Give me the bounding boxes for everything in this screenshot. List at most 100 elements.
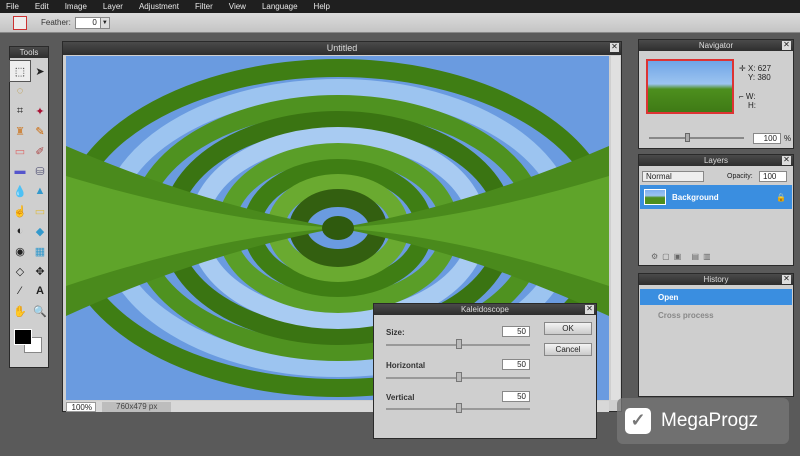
- cancel-button[interactable]: Cancel: [544, 343, 592, 356]
- eye-icon[interactable]: ◉: [10, 241, 30, 261]
- dialog-title: Kaleidoscope ✕: [374, 304, 596, 315]
- size-input[interactable]: 50: [502, 326, 530, 337]
- layers-panel: Layers ✕ Normal Opacity: 100 Background 🔒…: [638, 154, 794, 266]
- pencil-icon[interactable]: ✎: [30, 121, 50, 141]
- move-icon[interactable]: ➤: [30, 61, 50, 81]
- tools-title: Tools: [10, 47, 48, 58]
- close-icon[interactable]: ✕: [782, 275, 791, 284]
- navigator-zoom-input[interactable]: 100: [753, 133, 781, 144]
- swatch-icon[interactable]: ▦: [30, 241, 50, 261]
- options-bar: Feather: 0 ▼: [0, 13, 800, 33]
- rectangle-icon[interactable]: ▬: [10, 161, 30, 181]
- close-icon[interactable]: ✕: [610, 43, 619, 52]
- watermark: ✓ MegaProgz: [617, 398, 789, 444]
- zoom-icon[interactable]: 🔍: [30, 301, 50, 321]
- history-title-text: History: [703, 275, 729, 284]
- horizontal-input[interactable]: 50: [502, 359, 530, 370]
- vertical-input[interactable]: 50: [502, 391, 530, 402]
- zoom-level[interactable]: 100%: [66, 401, 96, 412]
- navigator-panel: Navigator ✕ ✛ X: 627 Y: 380 ⌐ W: H: 100 %: [638, 39, 794, 149]
- burn-icon[interactable]: ◆: [30, 221, 50, 241]
- crop-icon[interactable]: ⌗: [10, 101, 30, 121]
- y-label: Y:: [748, 73, 756, 82]
- w-label: W:: [745, 92, 756, 101]
- lasso-icon[interactable]: ◌: [10, 81, 30, 101]
- gradient-icon[interactable]: ▭: [30, 201, 50, 221]
- h-label: H:: [748, 101, 756, 110]
- close-icon[interactable]: ✕: [782, 41, 791, 50]
- menu-filter[interactable]: Filter: [195, 2, 213, 11]
- horizontal-slider[interactable]: [386, 372, 530, 382]
- marquee-tool-icon[interactable]: [13, 15, 27, 30]
- layers-title-text: Layers: [703, 156, 728, 165]
- foreground-color-swatch[interactable]: [14, 329, 32, 345]
- ok-button[interactable]: OK: [544, 322, 592, 335]
- eyedropper-icon[interactable]: ⁄: [10, 281, 30, 301]
- canvas-title-text: Untitled: [326, 43, 358, 53]
- size-slider[interactable]: [386, 339, 530, 349]
- horizontal-slider-knob[interactable]: [456, 372, 462, 382]
- brush-icon[interactable]: ✐: [30, 141, 50, 161]
- navigator-thumbnail[interactable]: [646, 59, 734, 114]
- dodge-icon[interactable]: ◐: [10, 221, 30, 241]
- expand-icon[interactable]: ✥: [30, 261, 50, 281]
- smudge-icon[interactable]: ☝: [10, 201, 30, 221]
- menu-edit[interactable]: Edit: [35, 2, 49, 11]
- vertical-scrollbar[interactable]: [611, 56, 620, 400]
- y-value: 380: [757, 73, 771, 82]
- chevron-down-icon[interactable]: ▼: [100, 16, 110, 29]
- drop-icon[interactable]: 💧: [10, 181, 30, 201]
- sharpen-icon[interactable]: ▲: [30, 181, 50, 201]
- blend-mode-select[interactable]: Normal: [642, 171, 704, 182]
- zoom-unit: %: [784, 134, 792, 143]
- transform-icon[interactable]: ◇: [10, 261, 30, 281]
- dialog-title-text: Kaleidoscope: [460, 305, 510, 314]
- resize-icon: ⌐: [739, 92, 746, 101]
- image-dimensions: 760x479 px: [102, 401, 172, 412]
- menu-language[interactable]: Language: [262, 2, 298, 11]
- opacity-input[interactable]: 100: [759, 171, 787, 182]
- vertical-slider-knob[interactable]: [456, 403, 462, 413]
- history-title: History ✕: [639, 274, 793, 285]
- kaleidoscope-dialog: Kaleidoscope ✕ Size: 50 Horizontal 50 Ver…: [373, 303, 597, 439]
- feather-label: Feather:: [41, 18, 71, 27]
- history-panel: History ✕ Open Cross process: [638, 273, 794, 397]
- megaprogz-logo-icon: ✓: [625, 408, 651, 434]
- history-item[interactable]: Open: [640, 289, 792, 305]
- menu-file[interactable]: File: [6, 2, 19, 11]
- menu-bar: File Edit Image Layer Adjustment Filter …: [0, 0, 800, 13]
- vertical-label: Vertical: [386, 393, 415, 402]
- layer-row[interactable]: Background 🔒: [640, 185, 792, 209]
- opacity-label: Opacity:: [727, 173, 753, 180]
- tools-panel: Tools ⬚ ➤ ◌ ⌗ ✦ ♜ ✎ ▭ ✐ ▬ ⛁ 💧 ▲ ☝ ▭ ◐ ◆ …: [9, 46, 49, 368]
- menu-layer[interactable]: Layer: [103, 2, 123, 11]
- close-icon[interactable]: ✕: [782, 156, 791, 165]
- vertical-slider[interactable]: [386, 403, 530, 413]
- x-label: X:: [747, 64, 756, 73]
- menu-image[interactable]: Image: [65, 2, 87, 11]
- history-item[interactable]: Cross process: [640, 307, 792, 323]
- zoom-slider-knob[interactable]: [685, 133, 690, 142]
- layer-actions-icon[interactable]: ⚙▢▣ ▤▥: [651, 252, 715, 261]
- bucket-icon[interactable]: ⛁: [30, 161, 50, 181]
- layer-thumbnail: [644, 189, 666, 205]
- feather-input[interactable]: 0: [74, 16, 101, 29]
- stamp-icon[interactable]: ♜: [10, 121, 30, 141]
- zoom-slider[interactable]: [649, 133, 744, 142]
- wand-icon[interactable]: [30, 81, 50, 101]
- navigator-title: Navigator ✕: [639, 40, 793, 51]
- menu-view[interactable]: View: [229, 2, 246, 11]
- size-slider-knob[interactable]: [456, 339, 462, 349]
- marquee-icon[interactable]: ⬚: [9, 60, 31, 82]
- watermark-text: MegaProgz: [661, 410, 759, 431]
- text-icon[interactable]: A: [30, 281, 50, 301]
- close-icon[interactable]: ✕: [585, 305, 594, 314]
- x-value: 627: [757, 64, 772, 73]
- layers-title: Layers ✕: [639, 155, 793, 166]
- menu-adjustment[interactable]: Adjustment: [139, 2, 179, 11]
- lock-icon: 🔒: [776, 192, 786, 202]
- magic-wand-icon[interactable]: ✦: [30, 101, 50, 121]
- menu-help[interactable]: Help: [314, 2, 330, 11]
- eraser-icon[interactable]: ▭: [10, 141, 30, 161]
- hand-icon[interactable]: ✋: [10, 301, 30, 321]
